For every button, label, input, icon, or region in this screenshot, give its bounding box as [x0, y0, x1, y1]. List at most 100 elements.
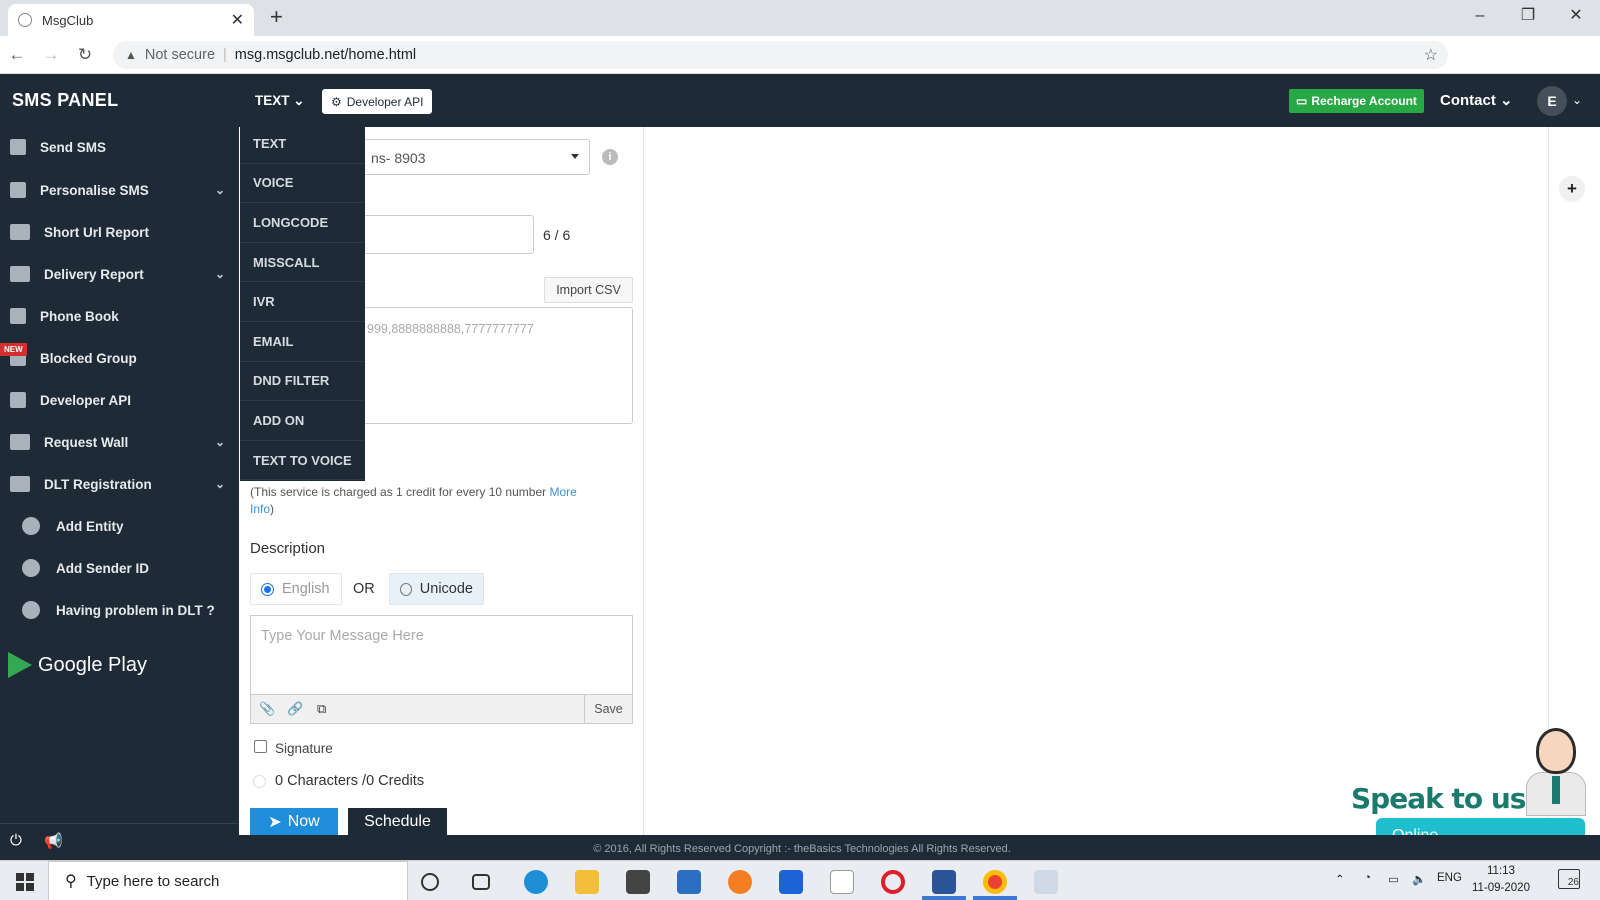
taskbar-search[interactable]: ⚲ Type here to search [48, 861, 408, 900]
speak-to-us-text[interactable]: Speak to us! [1351, 782, 1538, 815]
support-agent-image[interactable] [1522, 728, 1588, 816]
sidebar-item-phone-book[interactable]: Phone Book [0, 296, 239, 336]
add-icon[interactable]: + [1559, 176, 1585, 202]
menu-item-email[interactable]: EMAIL [240, 322, 365, 362]
contact-menu[interactable]: Contact ⌄ [1440, 91, 1513, 109]
bookmark-star-icon[interactable]: ☆ [1424, 45, 1438, 65]
minimize-icon[interactable]: – [1456, 0, 1504, 32]
menu-item-voice[interactable]: VOICE [240, 164, 365, 204]
save-template-button[interactable]: Save [584, 695, 632, 723]
attach-icon[interactable]: 📎 [259, 701, 275, 717]
language-indicator[interactable]: ENG [1437, 872, 1462, 884]
tray-expand-icon[interactable]: ⌃ [1335, 872, 1345, 886]
send-now-label: Now [287, 813, 320, 830]
sidebar-item-request-wall[interactable]: Request Wall ⌄ [0, 422, 239, 462]
reload-icon[interactable]: ↻ [68, 45, 102, 65]
brand-title: SMS PANEL [12, 90, 119, 110]
sidebar-item-blocked-group[interactable]: Blocked Group [0, 338, 239, 378]
send-now-button[interactable]: ➤ Now [250, 808, 338, 836]
recharge-account-button[interactable]: ▭ Recharge Account [1289, 89, 1424, 113]
clock-time: 11:13 [1487, 865, 1515, 877]
close-window-icon[interactable]: ✕ [1552, 0, 1600, 32]
menu-item-text-to-voice[interactable]: TEXT TO VOICE [240, 441, 365, 481]
windows-start-icon[interactable] [16, 873, 34, 891]
sidebar-item-dlt-registration[interactable]: DLT Registration ⌄ [0, 464, 239, 504]
forward-icon[interactable]: → [34, 45, 68, 65]
campaign-name-input[interactable] [360, 215, 534, 254]
more-info-link[interactable]: More [549, 485, 576, 499]
info-icon[interactable]: i [602, 149, 618, 165]
sidebar-item-label: Send SMS [40, 139, 107, 155]
sidebar-item-add-entity[interactable]: Add Entity [0, 506, 239, 546]
sender-id-select[interactable]: ns- 8903 [360, 139, 590, 175]
import-csv-button[interactable]: Import CSV [544, 277, 633, 303]
sidebar-item-developer-api[interactable]: Developer API [0, 380, 239, 420]
product-dropdown-toggle[interactable]: TEXT ⌄ [255, 93, 305, 109]
battery-icon[interactable]: ▭ [1388, 872, 1399, 886]
user-avatar[interactable]: E [1537, 86, 1567, 116]
menu-item-add-on[interactable]: ADD ON [240, 401, 365, 441]
megaphone-icon[interactable]: 📢 [44, 832, 63, 850]
globe-icon [22, 517, 40, 535]
omnibox[interactable]: ▲ Not secure | msg.msgclub.net/home.html… [113, 41, 1448, 69]
dropbox-icon[interactable] [779, 870, 803, 894]
edge-icon[interactable] [524, 870, 548, 894]
sidebar-item-label: Developer API [40, 392, 132, 408]
english-radio-option[interactable]: English [250, 573, 342, 605]
task-view-icon[interactable] [472, 874, 490, 890]
sidebar-item-dlt-help[interactable]: Having problem in DLT ? [0, 590, 239, 630]
signature-checkbox[interactable] [254, 740, 267, 753]
sidebar-item-label: Delivery Report [44, 266, 144, 282]
network-icon[interactable]: ◔ [1364, 872, 1371, 884]
unicode-radio-option[interactable]: Unicode [389, 573, 484, 605]
numbers-textarea[interactable]: 999,8888888888,7777777777 [360, 307, 633, 424]
browser-tab[interactable]: MsgClub ✕ [8, 4, 254, 36]
sidebar-item-short-url-report[interactable]: Short Url Report [0, 212, 239, 252]
globe-icon [22, 559, 40, 577]
message-textarea[interactable]: Type Your Message Here [250, 615, 633, 694]
cortana-icon[interactable] [421, 873, 439, 891]
amazon-icon[interactable] [830, 870, 854, 894]
chevron-down-icon[interactable]: ⌄ [1572, 93, 1582, 107]
caret-down-icon [571, 154, 579, 159]
menu-item-misscall[interactable]: MISSCALL [240, 243, 365, 283]
taskbar-clock[interactable]: 11:13 11-09-2020 [1472, 863, 1530, 897]
notification-center-icon[interactable]: 26 [1558, 869, 1580, 889]
menu-item-dnd-filter[interactable]: DND FILTER [240, 362, 365, 402]
mail-icon[interactable] [677, 870, 701, 894]
link-icon[interactable]: 🔗 [287, 701, 303, 717]
file-explorer-icon[interactable] [575, 870, 599, 894]
sidebar-item-delivery-report[interactable]: Delivery Report ⌄ [0, 254, 239, 294]
power-icon[interactable]: ⏻ [10, 832, 22, 849]
maximize-icon[interactable]: ❐ [1504, 0, 1552, 32]
back-icon[interactable]: ← [0, 45, 34, 65]
volume-icon[interactable]: 🔈 [1412, 872, 1426, 886]
menu-item-longcode[interactable]: LONGCODE [240, 203, 365, 243]
developer-api-button[interactable]: ⚙ Developer API [322, 89, 433, 114]
paint-icon[interactable] [1034, 870, 1058, 894]
new-tab-icon[interactable]: + [270, 4, 283, 30]
close-tab-icon[interactable]: ✕ [231, 10, 244, 30]
google-play-link[interactable]: Google Play [8, 652, 147, 678]
globe-icon [22, 601, 40, 619]
radio-selected-icon[interactable] [261, 582, 274, 596]
chrome-icon[interactable] [983, 870, 1007, 894]
menu-item-ivr[interactable]: IVR [240, 282, 365, 322]
sidebar-item-add-sender-id[interactable]: Add Sender ID [0, 548, 239, 588]
sidebar-item-personalise-sms[interactable]: Personalise SMS ⌄ [0, 170, 239, 210]
product-dropdown-menu: TEXT VOICE LONGCODE MISSCALL IVR EMAIL D… [240, 124, 365, 481]
sidebar-item-send-sms[interactable]: Send SMS [0, 127, 239, 167]
opera-icon[interactable] [881, 870, 905, 894]
description-label: Description [250, 540, 326, 557]
store-icon[interactable] [626, 870, 650, 894]
menu-item-text[interactable]: TEXT [240, 124, 365, 164]
more-info-link-cont[interactable]: Info [250, 502, 270, 516]
firefox-icon[interactable] [728, 870, 752, 894]
radio-unselected-icon[interactable] [400, 582, 412, 596]
word-icon[interactable] [932, 870, 956, 894]
schedule-button[interactable]: Schedule [348, 808, 447, 836]
sidebar-item-label: Personalise SMS [40, 182, 149, 198]
note-close: ) [270, 502, 275, 516]
developer-api-label: Developer API [346, 94, 424, 109]
template-icon[interactable]: ⧉ [317, 701, 326, 717]
